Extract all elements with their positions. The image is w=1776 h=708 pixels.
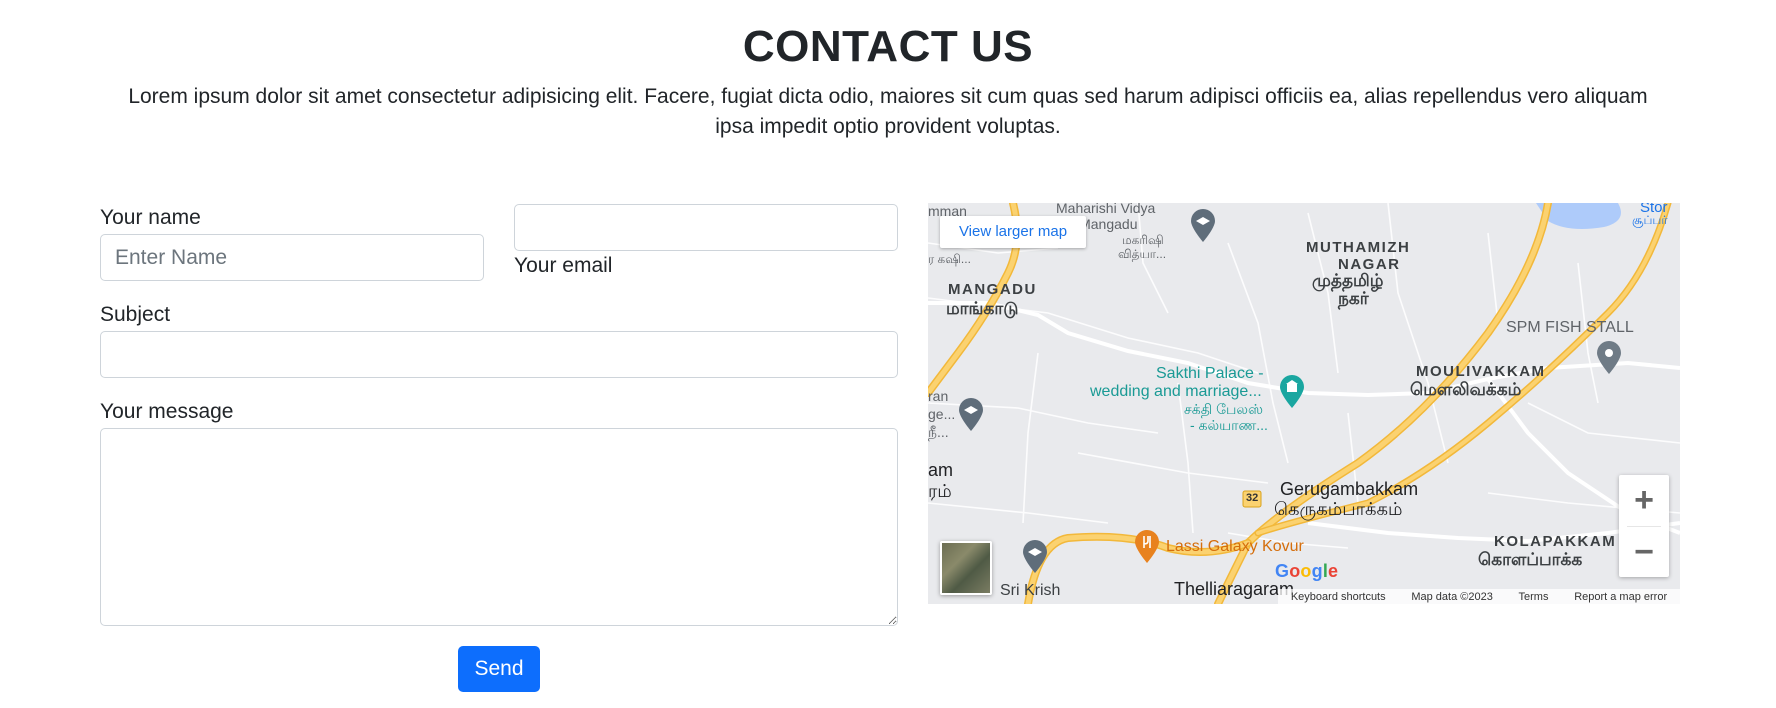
report-map-error-link[interactable]: Report a map error: [1574, 591, 1667, 603]
name-label: Your name: [100, 206, 201, 229]
area-mangadu-ta-label: மாங்காடு: [946, 299, 1019, 318]
zoom-out-button[interactable]: −: [1619, 527, 1669, 577]
poi-stor-ta-label: சூப்பர்: [1632, 213, 1668, 227]
poi-spm-fish-label: SPM FISH STALL: [1506, 319, 1634, 336]
area-kolapakkam-label: KOLAPAKKAM: [1494, 533, 1617, 550]
zoom-in-button[interactable]: +: [1619, 475, 1669, 525]
email-label: Your email: [514, 254, 613, 277]
poi-sakthi-label: wedding and marriage...: [1090, 383, 1262, 400]
left-edge-label: ge...: [928, 406, 956, 422]
poi-lassi-label: Lassi Galaxy Kovur: [1166, 538, 1304, 555]
poi-sakthi-label: Sakthi Palace -: [1156, 365, 1264, 382]
page-subtitle: Lorem ipsum dolor sit amet consectetur a…: [128, 85, 1648, 138]
area-gerugambakkam-label: Gerugambakkam: [1280, 479, 1419, 499]
left-edge-label: ரம்: [928, 481, 952, 501]
google-logo: Google: [1275, 561, 1339, 581]
map-attribution: Keyboard shortcuts Map data ©2023 Terms …: [1278, 589, 1680, 604]
embedded-map[interactable]: 32 mman ர கஷி... ran ge... நீ... am ரம் …: [928, 203, 1680, 604]
area-gerugambakkam-ta-label: கெருகம்பாக்கம்: [1274, 499, 1403, 519]
area-kolapakkam-ta-label: கொளப்பாக்க: [1478, 550, 1583, 569]
left-edge-label: ர கஷி...: [928, 252, 971, 266]
area-nagar-ta-label: நகர்: [1338, 289, 1369, 308]
left-edge-label: am: [928, 460, 954, 480]
contact-page: CONTACT US Lorem ipsum dolor sit amet co…: [0, 0, 1776, 708]
view-larger-map-link[interactable]: View larger map: [940, 216, 1086, 248]
school-pin-icon[interactable]: [1022, 540, 1048, 574]
school-pin-icon[interactable]: [958, 398, 984, 432]
email-input[interactable]: [514, 204, 898, 251]
poi-maharishi-label: Maharishi Vidya: [1056, 203, 1156, 216]
left-edge-label: ran: [928, 388, 949, 404]
route-32-label: 32: [1246, 492, 1259, 504]
terms-link[interactable]: Terms: [1519, 591, 1549, 603]
area-muthamizh-label: MUTHAMIZH: [1306, 239, 1411, 256]
message-label: Your message: [100, 400, 234, 423]
area-moulivakkam-label: MOULIVAKKAM: [1416, 363, 1546, 380]
poi-maharishi-label: வித்யா...: [1118, 247, 1167, 261]
restaurant-pin-icon[interactable]: [1134, 530, 1160, 564]
area-moulivakkam-ta-label: மௌலிவக்கம்: [1410, 380, 1522, 399]
name-input[interactable]: [100, 234, 484, 281]
page-title: CONTACT US: [742, 22, 1034, 71]
message-textarea[interactable]: [100, 428, 898, 626]
area-thelliaragaram-label: Thelliaragaram: [1174, 579, 1295, 599]
place-pin-icon[interactable]: [1596, 341, 1622, 375]
subject-input[interactable]: [100, 331, 898, 378]
keyboard-shortcuts-link[interactable]: Keyboard shortcuts: [1291, 591, 1386, 603]
area-mangadu-label: MANGADU: [948, 281, 1037, 298]
poi-sakthi-ta-label: - கல்யாண...: [1190, 417, 1268, 433]
satellite-toggle[interactable]: [940, 541, 992, 595]
send-button[interactable]: Send: [458, 646, 540, 692]
zoom-control: + −: [1619, 475, 1669, 577]
map-data-text: Map data ©2023: [1411, 590, 1493, 603]
left-edge-label: நீ...: [928, 424, 949, 440]
poi-sri-krish-label: Sri Krish: [1000, 582, 1061, 599]
school-pin-icon[interactable]: [1190, 209, 1216, 243]
subject-label: Subject: [100, 303, 171, 326]
venue-pin-icon[interactable]: [1279, 375, 1305, 409]
